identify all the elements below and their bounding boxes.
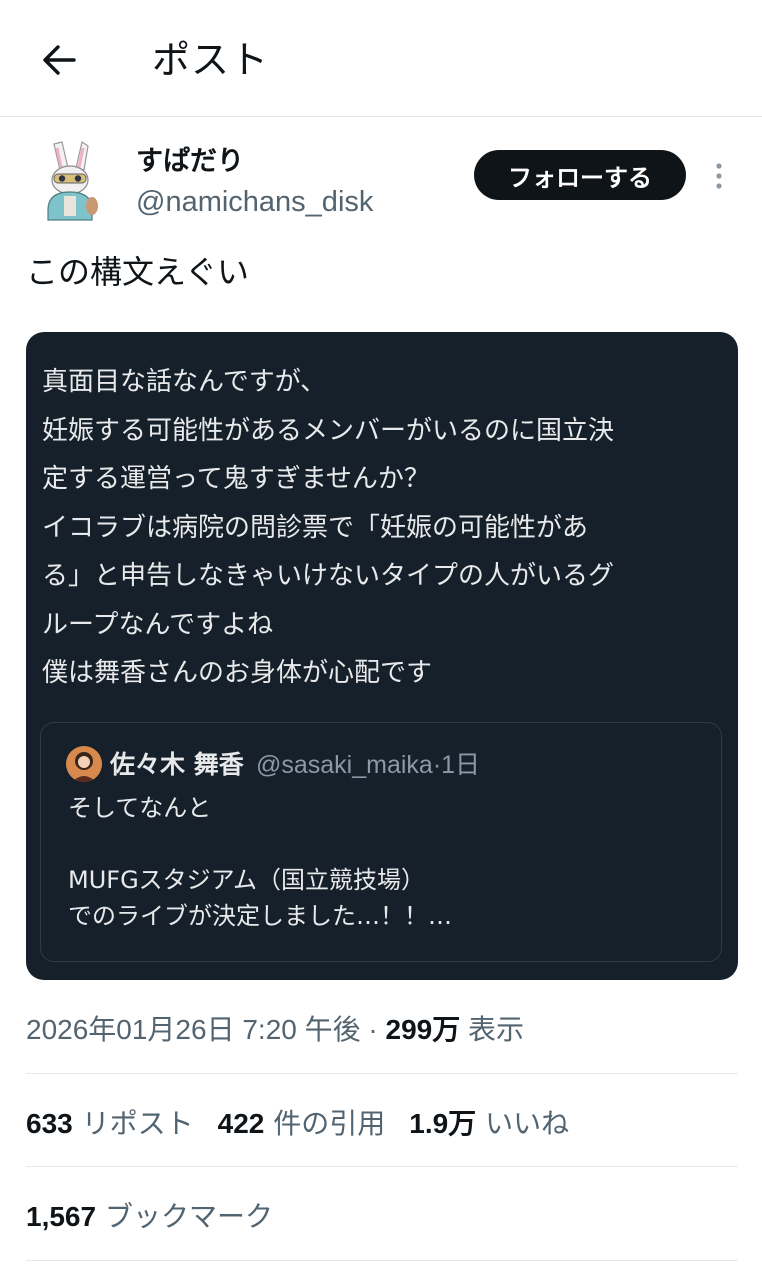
post-meta: 2026年01月26日 7:20 午後 · 299万 表示 [26, 1010, 524, 1050]
more-vertical-icon[interactable] [710, 160, 728, 194]
quote-line: そしてなんと [68, 794, 212, 822]
author-name[interactable]: すぱだり [136, 144, 244, 180]
card-line: 妊娠する可能性があるメンバーがいるのに国立決 [42, 415, 615, 446]
quote-line: でのライブが決定しました…！！… [68, 902, 452, 930]
quote-author-name: 佐々木 舞香 [110, 750, 244, 779]
card-line: 真面目な話なんですが、 [42, 367, 327, 397]
engagement-stats: 633 リポスト 422 件の引用 1.9万 いいね [26, 1104, 593, 1144]
rabbit-avatar-icon [47, 141, 98, 221]
card-line: る」と申告しなきゃいけないタイプの人がいるグ [42, 561, 615, 591]
likes-stat[interactable]: 1.9万 いいね [409, 1104, 569, 1144]
divider [26, 1073, 738, 1074]
author-handle[interactable]: @namichans_disk [136, 184, 373, 220]
quotes-stat[interactable]: 422 件の引用 [218, 1104, 386, 1144]
embedded-post-text: 真面目な話なんですが、 妊娠する可能性があるメンバーがいるのに国立決 定する運営… [42, 358, 722, 698]
page-title: ポスト [152, 38, 270, 82]
card-line: 僕は舞香さんのお身体が心配です [42, 658, 433, 688]
avatar[interactable] [38, 140, 100, 224]
reposts-stat[interactable]: 633 リポスト [26, 1104, 194, 1144]
top-bar [0, 0, 762, 117]
post-date: 2026年01月26日 7:20 午後 · [26, 1014, 386, 1045]
divider [26, 1260, 738, 1261]
quote-line [68, 826, 708, 862]
quote-line: MUFGスタジアム（国立競技場） [68, 866, 425, 894]
quote-author-handle: @sasaki_maika·1日 [256, 751, 481, 779]
back-button[interactable] [38, 38, 82, 82]
views-count: 299万 [385, 1014, 461, 1045]
bookmarks-label: ブックマーク [96, 1200, 273, 1233]
quote-text: そしてなんと MUFGスタジアム（国立競技場） でのライブが決定しました…！！… [68, 790, 708, 934]
bookmarks-stat[interactable]: 1,567 ブックマーク [26, 1197, 273, 1237]
card-line: イコラブは病院の問診票で「妊娠の可能性があ [42, 512, 589, 543]
views-label: 表示 [460, 1014, 525, 1045]
follow-button[interactable]: フォローする [474, 150, 686, 200]
arrow-left-icon [43, 45, 76, 75]
card-line: ループなんですよね [42, 609, 274, 640]
bookmarks-count: 1,567 [26, 1201, 97, 1232]
post-text: この構文えぐい [26, 253, 250, 291]
card-line: 定する運営って鬼すぎませんか？ [42, 464, 430, 494]
divider [26, 1166, 738, 1167]
quote-avatar [66, 746, 102, 782]
